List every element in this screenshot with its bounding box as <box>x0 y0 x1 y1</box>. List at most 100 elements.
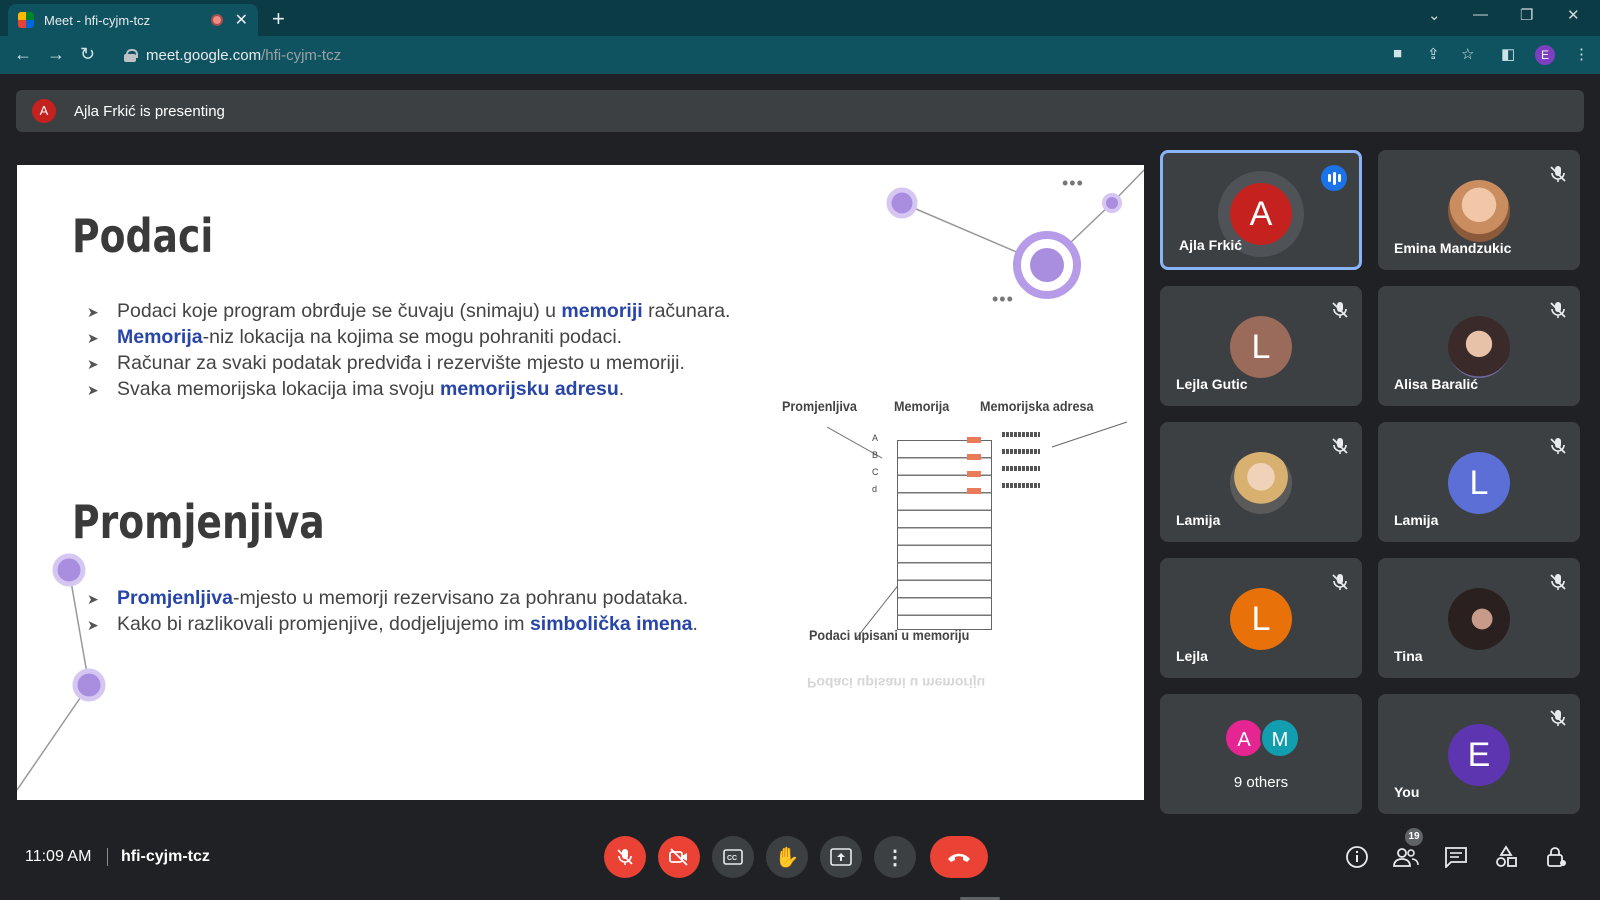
more-vert-icon: ⋮ <box>885 846 905 869</box>
deco-dots: ••• <box>992 289 1014 309</box>
share-icon[interactable]: ⇪ <box>1427 45 1440 63</box>
captions-button[interactable]: CC <box>712 836 754 878</box>
presentation-slide[interactable]: ••• ••• Podaci ➤ Podaci koje program obrđ… <box>17 165 1144 800</box>
presenting-text: Ajla Frkić is presenting <box>74 102 225 120</box>
participant-name: Emina Mandzukic <box>1394 240 1512 256</box>
close-window-button[interactable]: ✕ <box>1567 6 1580 24</box>
slide-heading-promjenjiva: Promjenjiva <box>72 495 325 549</box>
participant-tile-ajla-frkic[interactable]: A Ajla Frkić <box>1160 150 1362 270</box>
host-controls-button[interactable] <box>1543 844 1569 870</box>
participant-name: Alisa Baralić <box>1394 376 1479 392</box>
back-icon[interactable]: ← <box>14 44 32 65</box>
people-button[interactable] <box>1393 844 1419 870</box>
participant-tile-emina[interactable]: Emina Mandzukic <box>1378 150 1580 270</box>
diagram-row-label: A <box>872 433 879 443</box>
info-icon <box>1346 846 1368 868</box>
muted-mic-icon <box>1332 574 1348 590</box>
close-tab-icon[interactable]: ✕ <box>235 10 248 30</box>
bookmark-star-icon[interactable]: ☆ <box>1461 45 1474 63</box>
mic-toggle-button[interactable] <box>604 836 646 878</box>
diagram-caption: Podaci upisani u memoriju <box>809 627 970 643</box>
participant-tile-tina[interactable]: Tina <box>1378 558 1580 678</box>
diagram-label-memory: Memorija <box>894 398 950 414</box>
people-count-badge: 19 <box>1405 828 1423 846</box>
meeting-code: hfi-cyjm-tcz <box>121 848 210 865</box>
participant-tile-you[interactable]: E You <box>1378 694 1580 814</box>
participant-name: Ajla Frkić <box>1179 237 1243 253</box>
leave-call-button[interactable] <box>930 836 988 878</box>
participant-name: Tina <box>1394 648 1423 664</box>
camera-toggle-button[interactable] <box>658 836 700 878</box>
more-options-button[interactable]: ⋮ <box>874 836 916 878</box>
tab-search-icon[interactable]: ⌄ <box>1428 6 1441 24</box>
memory-address-mark <box>1002 449 1040 454</box>
memory-address-mark <box>1002 483 1040 488</box>
memory-address-mark <box>1002 466 1040 471</box>
participant-name: Lamija <box>1176 512 1221 528</box>
diagram-reflection: Podaci upisani u memoriju <box>807 675 986 691</box>
browser-menu-icon[interactable]: ⋮ <box>1574 45 1589 63</box>
lock-person-icon <box>1547 847 1566 867</box>
minimize-button[interactable]: — <box>1473 6 1488 23</box>
captions-icon: CC <box>723 849 743 865</box>
avatar-photo <box>1230 452 1292 514</box>
camera-in-use-icon[interactable]: ■ <box>1393 45 1402 62</box>
diagram-row-label: B <box>872 450 879 460</box>
avatar: A <box>1230 183 1292 245</box>
participant-tile-lejla-gutic[interactable]: L Lejla Gutic <box>1160 286 1362 406</box>
avatar-photo <box>1448 316 1510 378</box>
memory-address-mark <box>1002 432 1040 437</box>
avatar: A <box>1224 718 1264 758</box>
hang-up-icon <box>948 853 970 862</box>
restore-button[interactable]: ❐ <box>1520 6 1533 24</box>
activities-button[interactable] <box>1493 844 1519 870</box>
participant-tile-alisa[interactable]: Alisa Baralić <box>1378 286 1580 406</box>
reload-icon[interactable]: ↻ <box>80 44 95 65</box>
participant-tile-lejla[interactable]: L Lejla <box>1160 558 1362 678</box>
slide-bullet: ➤ Računar za svaki podatak predviđa i rez… <box>87 352 685 374</box>
mic-off-icon <box>617 849 633 865</box>
others-count: 9 others <box>1233 774 1289 791</box>
browser-tab[interactable]: Meet - hfi-cyjm-tcz ✕ <box>8 4 258 36</box>
memory-table-diagram <box>897 440 992 630</box>
muted-mic-icon <box>1332 302 1348 318</box>
camera-off-icon <box>669 848 688 866</box>
profile-avatar[interactable]: E <box>1535 45 1555 65</box>
slide-bullet: ➤ Svaka memorijska lokacija ima svoju mem… <box>87 378 625 400</box>
muted-mic-icon <box>1550 438 1566 454</box>
present-now-button[interactable] <box>820 836 862 878</box>
participant-tile-lamija-photo[interactable]: Lamija <box>1160 422 1362 542</box>
participant-tile-lamija[interactable]: L Lamija <box>1378 422 1580 542</box>
avatar: M <box>1260 718 1300 758</box>
memory-value-mark <box>967 471 981 477</box>
hand-icon: ✋ <box>774 846 800 869</box>
memory-value-mark <box>967 437 981 443</box>
memory-value-mark <box>967 488 981 494</box>
meeting-details-button[interactable] <box>1344 844 1370 870</box>
present-icon <box>830 848 852 866</box>
diagram-row-label: d <box>872 484 878 494</box>
divider <box>107 848 108 866</box>
lock-icon[interactable] <box>124 49 138 62</box>
url-path: /hfi-cyjm-tcz <box>261 46 342 64</box>
participant-name: You <box>1394 784 1420 800</box>
meet-favicon-icon <box>18 12 34 28</box>
chat-button[interactable] <box>1443 844 1469 870</box>
participant-tile-others[interactable]: A M 9 others <box>1160 694 1362 814</box>
people-icon <box>1393 848 1419 867</box>
forward-icon[interactable]: → <box>47 44 65 65</box>
avatar: L <box>1448 452 1510 514</box>
speaking-indicator-icon <box>1321 165 1347 191</box>
muted-mic-icon <box>1550 166 1566 182</box>
address-bar[interactable]: meet.google.com/hfi-cyjm-tcz <box>112 42 1342 68</box>
slide-bullet: ➤ Promjenljiva-mjesto u memorji rezervisa… <box>87 587 689 609</box>
svg-text:CC: CC <box>727 855 737 862</box>
participant-name: Lamija <box>1394 512 1439 528</box>
memory-value-mark <box>967 454 981 460</box>
side-panel-icon[interactable]: ◧ <box>1501 45 1515 63</box>
avatar-photo <box>1448 588 1510 650</box>
raise-hand-button[interactable]: ✋ <box>766 836 808 878</box>
slide-bullet: ➤ Kako bi razlikovali promjenjive, dodjel… <box>87 613 698 635</box>
activities-icon <box>1496 845 1517 867</box>
new-tab-button[interactable]: + <box>272 6 285 32</box>
